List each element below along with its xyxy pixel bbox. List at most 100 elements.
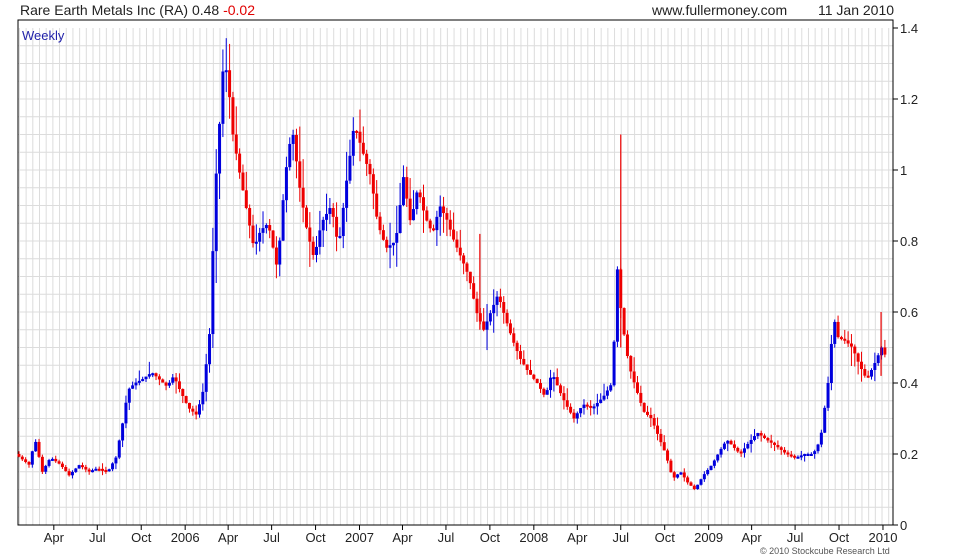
- x-tick-label: Oct: [829, 530, 850, 545]
- y-tick-label: 0.8: [900, 234, 918, 249]
- price-bar-body: [622, 308, 626, 335]
- price-bar-body: [171, 377, 175, 383]
- price-bar-body: [325, 213, 329, 220]
- price-bar-body: [218, 123, 222, 174]
- y-tick-label: 0: [900, 518, 907, 533]
- price-bar-body: [722, 443, 726, 449]
- price-bar-body: [719, 448, 723, 455]
- price-bar-body: [736, 447, 740, 452]
- price-bar-body: [405, 177, 409, 199]
- price-bar-body: [803, 454, 807, 456]
- price-bar-body: [572, 412, 576, 419]
- price-bar-body: [752, 436, 756, 440]
- price-bar-body: [187, 402, 191, 409]
- price-bar-body: [789, 454, 793, 457]
- price-bar-body: [335, 216, 339, 237]
- price-bar-body: [87, 469, 91, 472]
- y-tick-label: 0.6: [900, 305, 918, 320]
- price-bar-body: [518, 351, 522, 359]
- price-bar-body: [181, 389, 185, 397]
- price-bar-body: [415, 192, 419, 210]
- price-bar-body: [612, 341, 616, 386]
- price-bar-body: [475, 298, 479, 314]
- price-bar-body: [211, 251, 215, 335]
- price-bar-body: [131, 385, 135, 389]
- price-bar-body: [495, 296, 499, 305]
- x-tick-label: Jul: [263, 530, 280, 545]
- price-bar-body: [84, 466, 88, 470]
- price-bar-body: [328, 208, 332, 214]
- price-bar-body: [452, 229, 456, 240]
- price-bar-body: [646, 411, 650, 415]
- price-bar-body: [365, 153, 369, 164]
- x-tick-label: Apr: [742, 530, 763, 545]
- price-bar-body: [77, 465, 81, 469]
- price-bar-body: [498, 296, 502, 303]
- price-bar-body: [699, 479, 703, 485]
- price-bar-body: [284, 167, 288, 201]
- price-bar-body: [592, 406, 596, 409]
- price-bar-body: [331, 208, 335, 217]
- price-bar-body: [528, 369, 532, 375]
- price-bar-body: [50, 458, 54, 461]
- price-bar-body: [799, 455, 803, 458]
- x-tick-label: Apr: [392, 530, 413, 545]
- price-bar-body: [60, 463, 64, 468]
- price-bar-body: [54, 458, 58, 462]
- y-tick-label: 0.4: [900, 376, 918, 391]
- price-bar-body: [438, 206, 442, 217]
- price-bar-body: [766, 438, 770, 441]
- price-bar-body: [268, 225, 272, 231]
- price-bar-body: [278, 240, 282, 265]
- price-bar-body: [435, 216, 439, 231]
- price-bar-body: [258, 232, 262, 242]
- price-bar-body: [709, 465, 713, 470]
- x-tick-label: Oct: [480, 530, 501, 545]
- x-tick-label: 2010: [869, 530, 898, 545]
- price-bar-body: [676, 474, 680, 478]
- price-bar-body: [502, 302, 506, 313]
- price-bar-body: [763, 435, 767, 439]
- price-bar-body: [599, 399, 603, 404]
- price-bar-body: [432, 228, 436, 231]
- y-tick-label: 1: [900, 163, 907, 178]
- price-bar-body: [535, 378, 539, 383]
- price-bar-body: [856, 353, 860, 362]
- price-bar-body: [575, 413, 579, 419]
- price-bar-body: [121, 423, 125, 441]
- price-bar-body: [291, 134, 295, 144]
- price-bar-body: [304, 207, 308, 228]
- price-bar-body: [27, 461, 31, 465]
- price-bar-body: [70, 471, 74, 476]
- price-bar-body: [381, 230, 385, 240]
- price-bar-body: [846, 340, 850, 344]
- price-bar-body: [318, 230, 322, 247]
- period-label: Weekly: [22, 28, 65, 43]
- price-bar-body: [515, 342, 519, 352]
- price-bar-body: [40, 456, 44, 472]
- price-bar-body: [161, 379, 165, 383]
- price-bar-body: [609, 385, 613, 391]
- price-bar-body: [428, 220, 432, 229]
- price-bar-body: [238, 153, 242, 173]
- price-bar-body: [839, 337, 843, 340]
- price-bar-body: [37, 441, 41, 457]
- price-bar-body: [859, 361, 863, 370]
- price-bar-body: [689, 482, 693, 486]
- price-bar-body: [539, 383, 543, 389]
- price-bar-body: [559, 385, 563, 394]
- price-bar-body: [101, 468, 105, 471]
- price-bar-body: [816, 444, 820, 452]
- price-bar-body: [127, 388, 131, 403]
- price-bar-body: [525, 364, 529, 370]
- price-bar-body: [111, 463, 115, 470]
- price-bar-body: [672, 472, 676, 478]
- price-bar-body: [442, 206, 446, 214]
- price-bar-body: [191, 408, 195, 412]
- x-tick-label: 2008: [519, 530, 548, 545]
- y-tick-label: 0.2: [900, 447, 918, 462]
- price-bar-body: [445, 213, 449, 220]
- price-bar-body: [177, 381, 181, 390]
- price-bar-body: [696, 484, 700, 490]
- price-bar-body: [769, 440, 773, 443]
